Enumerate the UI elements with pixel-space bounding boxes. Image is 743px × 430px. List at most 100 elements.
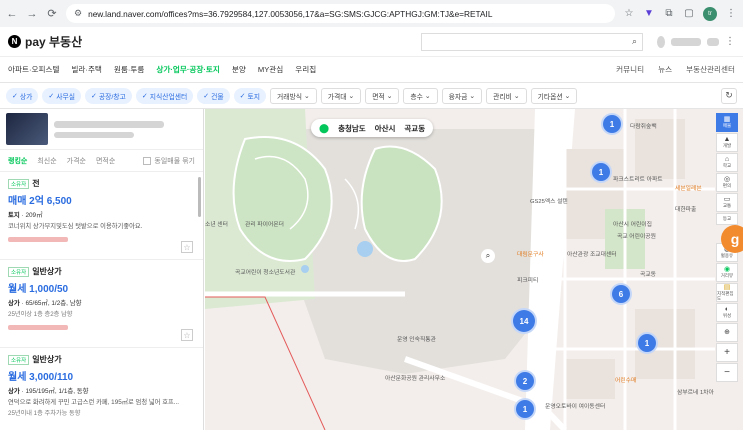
owner-badge: 소유자 xyxy=(8,354,30,365)
nav-oneroom[interactable]: 원룸·투룸 xyxy=(114,64,144,75)
menu-kebab-icon[interactable]: ⋮ xyxy=(725,8,737,20)
sort-area[interactable]: 면적순 xyxy=(96,156,115,166)
owner-badge: 소유자 xyxy=(8,266,30,277)
chevron-down-icon: ⌄ xyxy=(424,92,431,100)
nav-presale[interactable]: 분양 xyxy=(232,64,246,75)
checkbox[interactable] xyxy=(143,156,152,165)
user-avatar[interactable] xyxy=(657,35,665,48)
complex-summary[interactable] xyxy=(0,109,203,150)
listing-cluster[interactable]: 1 xyxy=(601,113,623,135)
filter-chip-office[interactable]: ✓ 사무실 xyxy=(42,87,82,104)
map-label: 아산시 어린이집 xyxy=(613,222,652,228)
more-icon[interactable]: ⋮ xyxy=(725,36,735,47)
nav-ourhome[interactable]: 우리집 xyxy=(295,64,316,75)
filter-other[interactable]: 기타옵션 ⌄ xyxy=(530,87,578,104)
site-header: N pay 부동산 ⌕ ⋮ xyxy=(0,27,743,57)
profile-avatar[interactable]: tr xyxy=(703,6,717,21)
listing-cluster[interactable]: 1 xyxy=(636,332,658,354)
map-label: 대한파출 xyxy=(675,207,697,213)
tool-listings[interactable]: ▦ 매물 xyxy=(716,113,738,132)
sort-price[interactable]: 가격순 xyxy=(67,156,86,166)
map-label: 아산관광 조교대센터 xyxy=(567,252,617,258)
site-info-icon[interactable]: ⚙ xyxy=(74,8,82,19)
tool-satellite[interactable]: ◐ 위성 xyxy=(716,303,738,322)
refresh-icon[interactable]: ↻ xyxy=(721,87,737,104)
filter-chip-building[interactable]: ✓ 건물 xyxy=(197,87,230,104)
filter-loan[interactable]: 융자금 ⌄ xyxy=(441,87,483,104)
extension-icon[interactable]: ▼ xyxy=(643,8,655,20)
tool-amenity[interactable]: ◎ 편의 xyxy=(716,173,738,192)
map-label: 아산문화공원 관리사무소 xyxy=(385,376,446,382)
listing-cluster[interactable]: 1 xyxy=(514,398,536,420)
filter-chip-store[interactable]: ✓ 상가 xyxy=(6,87,39,104)
tool-measure[interactable]: ⊕ xyxy=(716,323,738,342)
sidepanel-icon[interactable]: ▢ xyxy=(683,8,695,20)
tool-transport[interactable]: ▭ 교통 xyxy=(716,193,738,212)
listing-cluster[interactable]: 6 xyxy=(610,283,632,305)
region-dong[interactable]: 곡교동 xyxy=(404,123,425,134)
favorite-star-icon[interactable]: ☆ xyxy=(181,241,193,253)
list-item[interactable]: 소유자 일반상가 월세 3,000/110 상가 · 195/195㎡, 1/1층… xyxy=(0,348,203,430)
filter-bar: ✓ 상가 ✓ 사무실 ✓ 공장/창고 ✓ 지식산업센터 ✓ 건물 ✓ 토지 거래방식 ⌄ 가격… xyxy=(0,83,743,109)
list-item[interactable]: 소유자 전 매매 2억 6,500 토지 · 209㎡ 코너위치 상가부지및도심 … xyxy=(0,172,203,260)
filter-deal-type[interactable]: 거래방식 ⌄ xyxy=(270,87,317,104)
forward-icon[interactable]: → xyxy=(26,8,38,20)
back-icon[interactable]: ← xyxy=(6,8,18,20)
check-icon: ✓ xyxy=(48,92,55,100)
filter-price-range[interactable]: 가격대 ⌄ xyxy=(320,87,362,104)
listing-detail: 토지 · 209㎡ xyxy=(8,212,43,219)
address-bar[interactable]: ⚙ new.land.naver.com/offices?ms=36.79295… xyxy=(66,4,615,23)
map-view[interactable]: ⬤ 충청남도 아산시 곡교동 다람쥐숲백 파크스트리트 아파트 세븐일레븐 대한… xyxy=(205,109,743,430)
filter-area[interactable]: 면적 ⌄ xyxy=(365,87,400,104)
nav-apt[interactable]: 아파트·오피스텔 xyxy=(8,64,59,75)
nav-commercial[interactable]: 상가·업무·공장·토지 xyxy=(156,64,219,75)
nav-community[interactable]: 커뮤니티 xyxy=(616,64,644,75)
tool-extra[interactable]: 등교 xyxy=(716,213,738,225)
main-nav: 아파트·오피스텔 빌라·주택 원룸·투룸 상가·업무·공장·토지 분양 MY관심… xyxy=(0,57,743,83)
region-breadcrumb[interactable]: ⬤ 충청남도 아산시 곡교동 xyxy=(311,119,434,137)
listing-panel: 랭킹순 최신순 가격순 면적순 동일매물 묶기 소유자 전 매매 2억 6,500… xyxy=(0,109,204,430)
same-listing-toggle[interactable]: 동일매물 묶기 xyxy=(143,156,195,166)
region-province[interactable]: 충청남도 xyxy=(338,123,366,134)
zoom-in-button[interactable]: + xyxy=(716,343,738,362)
listing-cluster[interactable]: 1 xyxy=(590,161,612,183)
favorite-star-icon[interactable]: ☆ xyxy=(181,329,193,341)
complex-info-blurred xyxy=(54,131,134,138)
map-search-icon[interactable]: ⌕ xyxy=(481,249,495,263)
tool-cadastral[interactable]: ▤ 지적편집도 xyxy=(716,283,738,302)
search-input[interactable]: ⌕ xyxy=(421,32,643,51)
listing-cluster[interactable]: 14 xyxy=(511,308,537,334)
agent-info-blurred xyxy=(8,237,68,242)
filter-chip-factory[interactable]: ✓ 공장/창고 xyxy=(85,87,132,104)
list-item[interactable]: 소유자 일반상가 월세 1,000/50 상가 · 65/65㎡, 1/2층, 남… xyxy=(0,260,203,348)
nav-realtor-center[interactable]: 부동산관리센터 xyxy=(686,64,735,75)
map-label: 곡교동 xyxy=(640,272,656,278)
filter-chip-land[interactable]: ✓ 토지 xyxy=(233,87,266,104)
sort-ranking[interactable]: 랭킹순 xyxy=(8,156,27,166)
region-city[interactable]: 아산시 xyxy=(375,123,396,134)
tool-development[interactable]: ▲ 개발 xyxy=(716,133,738,152)
puzzle-icon[interactable]: ⧉ xyxy=(663,8,675,20)
search-icon[interactable]: ⌕ xyxy=(632,36,637,47)
tool-street-view[interactable]: ◉ 거리뷰 xyxy=(716,263,738,282)
measure-icon: ⊕ xyxy=(724,329,730,336)
reload-icon[interactable]: ⟳ xyxy=(46,7,58,20)
plus-icon: + xyxy=(724,346,730,358)
zoom-out-button[interactable]: − xyxy=(716,363,738,382)
notification-icon[interactable] xyxy=(707,37,719,46)
sort-bar: 랭킹순 최신순 가격순 면적순 동일매물 묶기 xyxy=(0,150,203,172)
filter-floors[interactable]: 층수 ⌄ xyxy=(403,87,438,104)
floating-g-button[interactable]: g xyxy=(721,225,743,253)
filter-maintenance[interactable]: 관리비 ⌄ xyxy=(486,87,527,104)
sort-latest[interactable]: 최신순 xyxy=(37,156,56,166)
nav-news[interactable]: 뉴스 xyxy=(658,64,672,75)
nav-villa[interactable]: 빌라·주택 xyxy=(71,64,101,75)
nav-myinterest[interactable]: MY관심 xyxy=(258,64,283,75)
tool-school[interactable]: ⌂ 학교 xyxy=(716,153,738,172)
listing-cluster[interactable]: 2 xyxy=(514,370,536,392)
browser-toolbar: ← → ⟳ ⚙ new.land.naver.com/offices?ms=36… xyxy=(0,0,743,27)
naver-pay-logo[interactable]: N pay 부동산 xyxy=(8,33,82,50)
filter-chip-knowledge-center[interactable]: ✓ 지식산업센터 xyxy=(135,87,194,104)
bookmark-star-icon[interactable]: ☆ xyxy=(623,8,635,20)
list-scrollbar[interactable] xyxy=(198,177,201,217)
